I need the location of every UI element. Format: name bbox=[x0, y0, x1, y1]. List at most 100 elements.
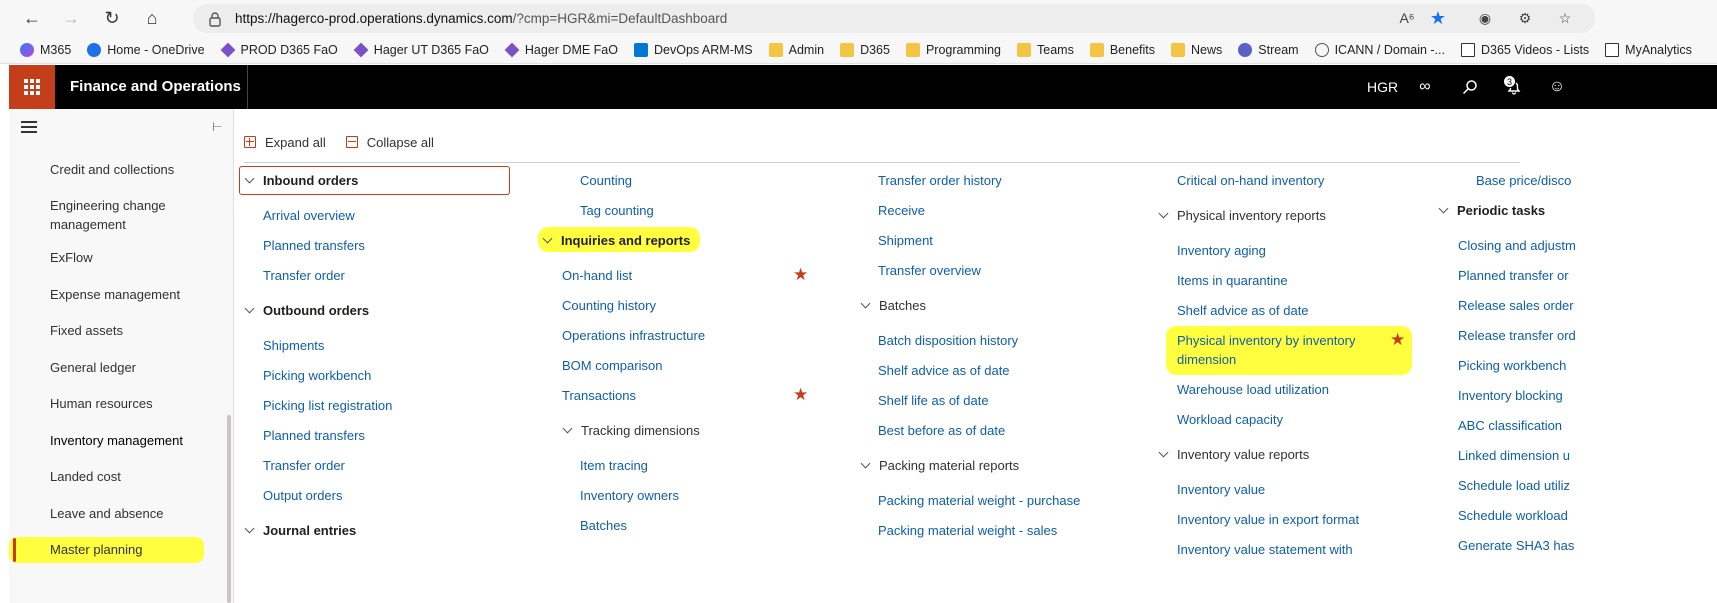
link-output-orders[interactable]: Output orders bbox=[263, 486, 343, 505]
nav-item-general-ledger[interactable]: General ledger bbox=[50, 358, 230, 377]
nav-item-credit-collections[interactable]: Credit and collections bbox=[50, 160, 230, 179]
bookmark-news[interactable]: News bbox=[1171, 42, 1222, 57]
link-inventory-blocking[interactable]: Inventory blocking bbox=[1458, 386, 1563, 405]
link-linked-dimension[interactable]: Linked dimension u bbox=[1458, 446, 1570, 465]
favorite-star-icon[interactable]: ★ bbox=[1426, 6, 1450, 30]
link-items-in-quarantine[interactable]: Items in quarantine bbox=[1177, 271, 1288, 290]
bookmark-d365-videos[interactable]: D365 Videos - Lists bbox=[1461, 42, 1589, 57]
link-closing-adjustment[interactable]: Closing and adjustm bbox=[1458, 236, 1576, 255]
link-transfer-order[interactable]: Transfer order bbox=[263, 266, 345, 285]
link-transfer-order[interactable]: Transfer order bbox=[263, 456, 345, 475]
link-bom-comparison[interactable]: BOM comparison bbox=[562, 356, 662, 375]
hamburger-menu-icon[interactable] bbox=[21, 121, 37, 133]
smiley-feedback-icon[interactable]: ☺ bbox=[1546, 76, 1568, 98]
bookmark-devops[interactable]: DevOps ARM-MS bbox=[634, 42, 753, 57]
pin-icon[interactable]: ⊢ bbox=[212, 120, 222, 134]
link-picking-list-registration[interactable]: Picking list registration bbox=[263, 396, 392, 415]
link-operations-infrastructure[interactable]: Operations infrastructure bbox=[562, 326, 705, 345]
bookmark-programming[interactable]: Programming bbox=[905, 42, 1001, 57]
forward-icon[interactable]: → bbox=[59, 6, 83, 30]
link-release-transfer-order[interactable]: Release transfer ord bbox=[1458, 326, 1576, 345]
bookmark-onedrive[interactable]: Home - OneDrive bbox=[87, 42, 205, 57]
address-bar[interactable]: https://hagerco-prod.operations.dynamics… bbox=[193, 4, 1595, 33]
home-icon[interactable]: ⌂ bbox=[140, 6, 164, 30]
collections-icon[interactable]: ☆ bbox=[1553, 6, 1577, 30]
link-tag-counting[interactable]: Tag counting bbox=[580, 201, 654, 220]
group-inbound-orders[interactable]: Inbound orders bbox=[244, 171, 358, 190]
bookmark-admin[interactable]: Admin bbox=[768, 42, 824, 57]
link-planned-transfer-orders[interactable]: Planned transfer or bbox=[1458, 266, 1569, 285]
link-transfer-overview[interactable]: Transfer overview bbox=[878, 261, 981, 280]
puzzle-icon[interactable]: ⚙ bbox=[1513, 6, 1537, 30]
bookmark-icann[interactable]: ICANN / Domain -... bbox=[1314, 42, 1445, 57]
favorite-star-icon[interactable]: ★ bbox=[1390, 330, 1405, 350]
refresh-icon[interactable]: ↻ bbox=[100, 6, 124, 30]
link-base-price[interactable]: Base price/disco bbox=[1476, 171, 1571, 190]
link-physical-inventory-by-dimension[interactable]: Physical inventory by inventory bbox=[1177, 331, 1355, 350]
read-aloud-icon[interactable]: A⁶ bbox=[1395, 6, 1419, 30]
link-best-before[interactable]: Best before as of date bbox=[878, 421, 1005, 440]
bookmark-prod-d365[interactable]: PROD D365 FaO bbox=[220, 42, 338, 57]
search-icon[interactable] bbox=[1459, 76, 1481, 98]
bookmark-teams[interactable]: Teams bbox=[1017, 42, 1074, 57]
bookmark-m365[interactable]: M365 bbox=[20, 42, 71, 57]
bookmark-hager-dme[interactable]: Hager DME FaO bbox=[504, 42, 618, 57]
nav-item-engineering-change[interactable]: Engineering change management bbox=[50, 196, 230, 234]
link-workload-capacity[interactable]: Workload capacity bbox=[1177, 410, 1283, 429]
link-shelf-advice[interactable]: Shelf advice as of date bbox=[1177, 301, 1309, 320]
link-arrival-overview[interactable]: Arrival overview bbox=[263, 206, 355, 225]
link-generate-sha3[interactable]: Generate SHA3 has bbox=[1458, 536, 1574, 555]
app-launcher-button[interactable] bbox=[9, 65, 55, 109]
group-tracking-dimensions[interactable]: Tracking dimensions bbox=[562, 421, 700, 440]
group-journal-entries[interactable]: Journal entries bbox=[244, 521, 356, 540]
link-transactions[interactable]: Transactions bbox=[562, 386, 636, 405]
nav-item-expense-management[interactable]: Expense management bbox=[50, 285, 230, 304]
group-outbound-orders[interactable]: Outbound orders bbox=[244, 301, 369, 320]
nav-item-leave-absence[interactable]: Leave and absence bbox=[50, 504, 230, 523]
group-batches[interactable]: Batches bbox=[860, 296, 926, 315]
link-inventory-aging[interactable]: Inventory aging bbox=[1177, 241, 1266, 260]
nav-item-inventory-management[interactable]: Inventory management bbox=[50, 431, 230, 450]
link-packing-weight-purchase[interactable]: Packing material weight - purchase bbox=[878, 491, 1080, 510]
link-inventory-value-export[interactable]: Inventory value in export format bbox=[1177, 510, 1359, 529]
link-item-tracing[interactable]: Item tracing bbox=[580, 456, 648, 475]
nav-scrollbar[interactable] bbox=[227, 415, 231, 603]
link-shelf-life[interactable]: Shelf life as of date bbox=[878, 391, 989, 410]
link-physical-inventory-by-dimension-cont[interactable]: dimension bbox=[1177, 350, 1236, 369]
link-picking-workbench[interactable]: Picking workbench bbox=[263, 366, 371, 385]
link-warehouse-load-utilization[interactable]: Warehouse load utilization bbox=[1177, 380, 1329, 399]
link-planned-transfers[interactable]: Planned transfers bbox=[263, 426, 365, 445]
nav-item-exflow[interactable]: ExFlow bbox=[50, 248, 230, 267]
link-transfer-order-history[interactable]: Transfer order history bbox=[878, 171, 1002, 190]
link-shipments[interactable]: Shipments bbox=[263, 336, 324, 355]
link-inventory-value-statement[interactable]: Inventory value statement with bbox=[1177, 540, 1353, 559]
link-batch-disposition-history[interactable]: Batch disposition history bbox=[878, 331, 1018, 350]
bookmark-stream[interactable]: Stream bbox=[1238, 42, 1299, 57]
bookmark-d365[interactable]: D365 bbox=[840, 42, 890, 57]
link-picking-workbench[interactable]: Picking workbench bbox=[1458, 356, 1566, 375]
group-physical-inventory-reports[interactable]: Physical inventory reports bbox=[1158, 206, 1326, 225]
group-packing-material-reports[interactable]: Packing material reports bbox=[860, 456, 1019, 475]
link-counting[interactable]: Counting bbox=[580, 171, 632, 190]
link-batches[interactable]: Batches bbox=[580, 516, 627, 535]
group-inventory-value-reports[interactable]: Inventory value reports bbox=[1158, 445, 1309, 464]
company-picker[interactable]: HGR bbox=[1367, 79, 1398, 95]
collapse-all-button[interactable]: Collapse all bbox=[345, 135, 434, 150]
link-inventory-value[interactable]: Inventory value bbox=[1177, 480, 1265, 499]
link-abc-classification[interactable]: ABC classification bbox=[1458, 416, 1562, 435]
expand-all-button[interactable]: Expand all bbox=[244, 135, 326, 150]
bookmark-myanalytics[interactable]: MyAnalytics bbox=[1605, 42, 1692, 57]
link-receive[interactable]: Receive bbox=[878, 201, 925, 220]
link-packing-weight-sales[interactable]: Packing material weight - sales bbox=[878, 521, 1057, 540]
link-schedule-load-utilization[interactable]: Schedule load utiliz bbox=[1458, 476, 1570, 495]
link-planned-transfers[interactable]: Planned transfers bbox=[263, 236, 365, 255]
nav-item-master-planning[interactable]: Master planning bbox=[50, 540, 230, 559]
link-shipment[interactable]: Shipment bbox=[878, 231, 933, 250]
bookmark-hager-ut[interactable]: Hager UT D365 FaO bbox=[353, 42, 489, 57]
app-title[interactable]: Finance and Operations bbox=[70, 78, 241, 95]
copilot-icon[interactable]: ∞ bbox=[1414, 76, 1436, 98]
link-critical-on-hand[interactable]: Critical on-hand inventory bbox=[1177, 171, 1324, 190]
back-icon[interactable]: ← bbox=[20, 6, 44, 30]
link-release-sales-order[interactable]: Release sales order bbox=[1458, 296, 1574, 315]
extension-icon[interactable]: ◉ bbox=[1473, 6, 1497, 30]
